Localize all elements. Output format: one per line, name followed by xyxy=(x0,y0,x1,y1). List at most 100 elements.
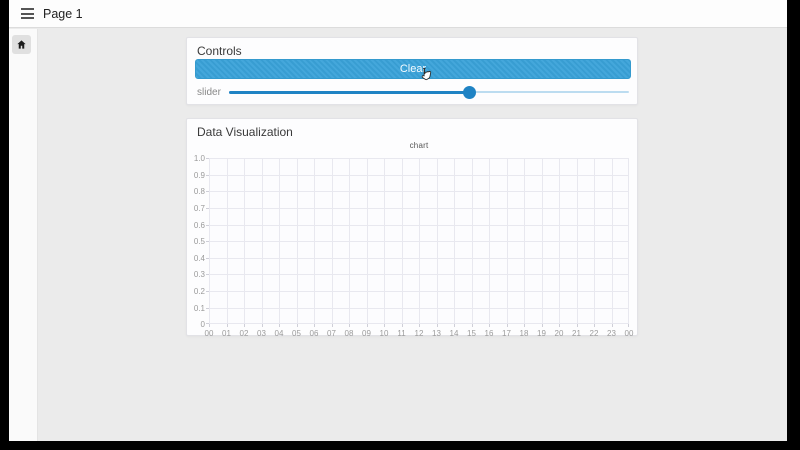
plot-area[interactable]: 00 01 02 03 04 05 06 07 08 09 10 11 12 13 14 15 16 17 18 19… xyxy=(194,154,634,338)
sidebar xyxy=(9,29,38,441)
y-axis-tick xyxy=(206,158,209,159)
x-axis-tick xyxy=(331,324,333,327)
gridline-horizontal xyxy=(209,158,629,159)
gridline-horizontal xyxy=(209,274,629,275)
y-axis-tick-label: 0.9 xyxy=(193,170,205,180)
gridline-horizontal xyxy=(209,174,629,176)
x-axis-tick xyxy=(279,324,280,327)
x-axis-tick-label: 18 xyxy=(519,329,529,338)
page-title: Page 1 xyxy=(43,7,83,21)
y-axis-tick xyxy=(206,224,209,226)
y-axis-tick-label: 0.2 xyxy=(193,287,205,296)
letterbox-right xyxy=(787,0,800,450)
y-axis-tick xyxy=(206,241,209,242)
x-axis-tick xyxy=(576,324,578,327)
x-axis-tick xyxy=(296,324,298,327)
y-axis-tick xyxy=(206,307,209,309)
x-axis-tick-label: 19 xyxy=(537,329,546,338)
x-axis-tick xyxy=(261,324,263,327)
y-axis-tick-label: 0 xyxy=(200,320,205,329)
y-axis-tick-label: 0.8 xyxy=(193,187,205,196)
slider-track[interactable] xyxy=(229,85,629,99)
y-axis-tick xyxy=(206,274,209,275)
x-axis-tick xyxy=(419,324,420,327)
x-axis-tick-label: 21 xyxy=(572,329,581,338)
x-axis-tick-label: 09 xyxy=(362,329,371,338)
x-axis-tick-label: 08 xyxy=(344,329,354,338)
gridline-horizontal xyxy=(209,291,629,292)
x-axis-tick xyxy=(594,324,595,327)
controls-card: Controls Clear slider xyxy=(186,37,638,105)
x-axis-tick xyxy=(454,324,455,327)
x-axis-tick xyxy=(489,324,490,327)
x-axis-tick-label: 02 xyxy=(239,329,249,338)
hamburger-bar xyxy=(21,12,34,15)
gridline-horizontal xyxy=(209,191,629,192)
x-axis-tick-label: 10 xyxy=(379,329,389,338)
y-axis-tick-label: 1.0 xyxy=(193,154,205,163)
slider-handle[interactable] xyxy=(462,85,476,99)
y-axis-tick-label: 0.7 xyxy=(193,204,205,213)
hamburger-bar xyxy=(21,8,34,10)
y-axis-tick xyxy=(206,191,209,192)
gridline-horizontal xyxy=(209,208,629,209)
app-window: Page 1 Controls Clear slider Data Visual… xyxy=(9,0,787,441)
y-axis-tick xyxy=(206,174,209,176)
x-axis-tick xyxy=(401,324,403,327)
clear-button[interactable]: Clear xyxy=(195,59,631,79)
x-axis-tick-label: 07 xyxy=(327,329,336,338)
x-axis-tick xyxy=(524,324,525,327)
x-axis-tick-label: 03 xyxy=(257,329,266,338)
screen: Page 1 Controls Clear slider Data Visual… xyxy=(0,0,800,450)
x-axis-tick-label: 16 xyxy=(484,329,494,338)
letterbox-bottom xyxy=(0,441,800,450)
chart-title: chart xyxy=(409,141,429,150)
x-axis-tick xyxy=(226,324,228,327)
hamburger-bar xyxy=(21,17,34,19)
y-axis-tick-label: 0.4 xyxy=(193,253,205,263)
x-axis-tick-label: 11 xyxy=(397,329,406,338)
x-axis-tick xyxy=(628,324,629,327)
gridline-horizontal xyxy=(209,307,629,309)
slider-label: slider xyxy=(197,87,221,98)
x-axis-tick-label: 17 xyxy=(502,329,511,338)
x-axis-tick-label: 22 xyxy=(589,329,599,338)
x-axis-tick xyxy=(244,324,245,327)
x-axis-tick-label: 04 xyxy=(274,329,284,338)
x-axis-tick xyxy=(314,324,315,327)
gridline-horizontal xyxy=(209,241,629,242)
x-axis-tick-label: 05 xyxy=(292,329,301,338)
x-axis-tick-label: 00 xyxy=(624,329,634,338)
y-axis-tick xyxy=(206,323,209,324)
slider-row: slider xyxy=(187,84,639,100)
slider-fill xyxy=(229,90,469,94)
data-visualization-card: Data Visualization chart 00 01 02 03 04 05 06 0… xyxy=(186,118,638,338)
x-axis-tick-label: 14 xyxy=(449,329,459,338)
y-axis-tick xyxy=(206,208,209,209)
x-axis-tick-label: 15 xyxy=(467,329,476,338)
x-axis-tick xyxy=(471,324,473,327)
gridline-horizontal xyxy=(209,257,629,259)
app-header: Page 1 xyxy=(9,0,787,28)
x-axis-tick xyxy=(209,324,210,327)
x-axis-tick xyxy=(611,324,613,327)
x-axis-tick xyxy=(559,324,560,327)
x-axis-tick-label: 20 xyxy=(554,329,564,338)
y-axis-tick xyxy=(206,257,209,259)
y-axis-tick-label: 0.3 xyxy=(193,270,205,279)
hamburger-menu-icon[interactable] xyxy=(21,8,34,19)
y-axis-tick-label: 0.5 xyxy=(193,237,205,246)
x-axis-tick-label: 13 xyxy=(432,329,441,338)
x-axis-tick xyxy=(541,324,543,327)
x-axis-tick-label: 06 xyxy=(309,329,319,338)
viz-card-title: Data Visualization xyxy=(197,125,293,139)
y-axis-tick xyxy=(206,291,209,292)
gridline-horizontal xyxy=(209,224,629,226)
sidebar-item-home[interactable] xyxy=(12,35,31,54)
x-axis-tick xyxy=(506,324,508,327)
x-axis-tick xyxy=(349,324,350,327)
home-icon xyxy=(17,40,26,49)
controls-card-title: Controls xyxy=(197,44,242,58)
letterbox-left xyxy=(0,0,9,450)
y-axis-tick-label: 0.1 xyxy=(193,303,205,313)
